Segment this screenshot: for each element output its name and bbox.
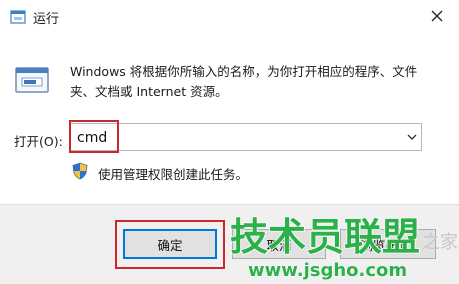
dialog-body: Windows 将根据你所输入的名称，为你打开相应的程序、文件夹、文档或 Int…	[0, 34, 459, 204]
ok-button[interactable]: 确定	[123, 229, 217, 259]
admin-note: 使用管理权限创建此任务。	[98, 167, 249, 182]
run-app-icon	[10, 10, 26, 24]
dialog-footer: 确定 取消 浏览(B)...	[0, 204, 459, 284]
run-dialog-icon	[15, 67, 49, 93]
browse-button[interactable]: 浏览(B)...	[340, 229, 436, 259]
close-button[interactable]	[424, 4, 450, 28]
chevron-down-icon[interactable]	[407, 132, 417, 142]
close-icon	[431, 10, 443, 22]
open-combobox[interactable]	[70, 123, 422, 151]
cancel-button[interactable]: 取消	[232, 229, 326, 259]
window-title: 运行	[33, 12, 60, 27]
open-label: 打开(O):	[14, 134, 63, 149]
run-description: Windows 将根据你所输入的名称，为你打开相应的程序、文件夹、文档或 Int…	[70, 64, 418, 99]
uac-shield-icon	[72, 162, 88, 180]
open-input[interactable]	[77, 128, 377, 148]
title-bar: 运行	[0, 0, 459, 34]
